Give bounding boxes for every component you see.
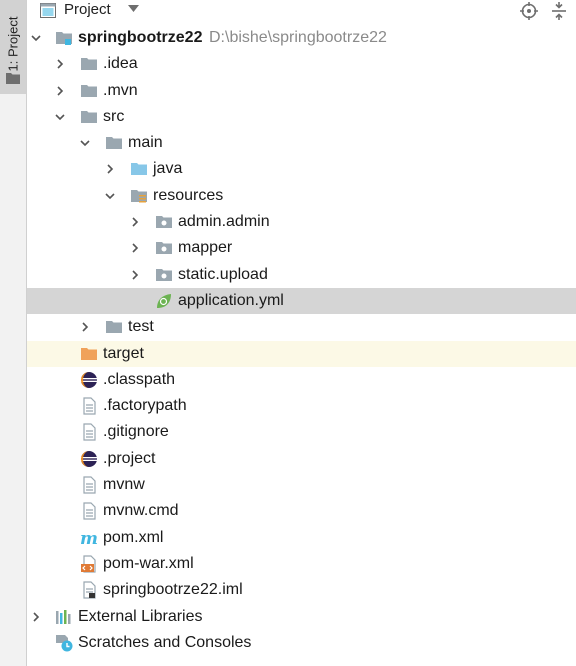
chevron-right-icon[interactable] bbox=[55, 86, 65, 96]
tree-row-src[interactable]: src bbox=[27, 104, 576, 130]
maven-icon: m bbox=[80, 529, 98, 547]
source-folder-icon bbox=[131, 163, 147, 176]
tree-label: main bbox=[128, 134, 163, 152]
iml-file-icon bbox=[83, 581, 96, 599]
tree-row-idea[interactable]: .idea bbox=[27, 51, 576, 77]
excluded-folder-icon bbox=[81, 347, 97, 360]
chevron-right-icon[interactable] bbox=[105, 164, 115, 175]
libraries-icon bbox=[56, 609, 71, 624]
tree-row-resources[interactable]: resources bbox=[27, 183, 576, 209]
module-location: D:\bishe\springbootrze22 bbox=[209, 29, 387, 46]
tree-row-static-upload[interactable]: static.upload bbox=[27, 262, 576, 288]
eclipse-icon bbox=[81, 450, 97, 467]
chevron-right-icon[interactable] bbox=[130, 243, 140, 253]
tree-label: .classpath bbox=[103, 370, 176, 388]
tree-row-java[interactable]: java bbox=[27, 156, 576, 182]
tree-row-project[interactable]: .project bbox=[27, 446, 576, 472]
chevron-down-icon[interactable] bbox=[55, 112, 65, 122]
folder-icon bbox=[81, 58, 97, 71]
tree-label: pom.xml bbox=[103, 528, 164, 546]
folder-icon bbox=[6, 73, 20, 84]
tree-row-target[interactable]: target bbox=[27, 340, 576, 367]
chevron-down-icon[interactable] bbox=[80, 138, 90, 148]
tree-row-mvn[interactable]: .mvn bbox=[27, 78, 576, 104]
tree-label: target bbox=[103, 344, 144, 362]
file-icon bbox=[83, 397, 96, 415]
tree-label: admin.admin bbox=[178, 213, 270, 231]
chevron-right-icon[interactable] bbox=[130, 217, 140, 227]
tree-row-application-yml[interactable]: application.yml bbox=[27, 287, 576, 315]
chevron-down-icon[interactable] bbox=[31, 33, 41, 43]
eclipse-icon bbox=[81, 371, 97, 388]
tree-label: .project bbox=[103, 449, 156, 467]
resources-folder-icon bbox=[131, 189, 147, 203]
tree-label: .mvn bbox=[103, 81, 138, 99]
chevron-right-icon[interactable] bbox=[130, 270, 140, 280]
tool-window-strip: 1: Project bbox=[0, 0, 27, 666]
chevron-down-icon[interactable] bbox=[128, 5, 139, 13]
tree-label: .factorypath bbox=[103, 397, 187, 415]
tree-row-gitignore[interactable]: .gitignore bbox=[27, 419, 576, 445]
project-tool-tab[interactable]: 1: Project bbox=[0, 0, 26, 94]
tree-row-main[interactable]: main bbox=[27, 130, 576, 156]
tree-label: resources bbox=[153, 186, 224, 204]
tree-row-external-libraries[interactable]: External Libraries bbox=[27, 604, 576, 630]
folder-icon bbox=[81, 110, 97, 123]
tree-row-admin-admin[interactable]: admin.admin bbox=[27, 209, 576, 235]
chevron-right-icon[interactable] bbox=[31, 611, 41, 622]
tree-label: mapper bbox=[178, 239, 233, 257]
tree-row-mapper[interactable]: mapper bbox=[27, 235, 576, 261]
tree-row-springbootrze22[interactable]: springbootrze22 D:\bishe\springbootrze22 bbox=[27, 25, 576, 51]
module-folder-icon bbox=[56, 32, 72, 45]
tree-label: mvnw bbox=[103, 476, 145, 494]
tree-label: static.upload bbox=[178, 265, 268, 283]
collapse-all-icon[interactable] bbox=[549, 1, 569, 21]
tree-label: application.yml bbox=[178, 291, 284, 309]
project-tool-tab-label: 1: Project bbox=[5, 16, 21, 72]
locate-icon[interactable] bbox=[519, 1, 539, 21]
tree-label: .gitignore bbox=[103, 423, 169, 441]
tree-label: Scratches and Consoles bbox=[78, 633, 252, 651]
tree-row-pom-xml[interactable]: m pom.xml bbox=[27, 525, 576, 551]
package-icon bbox=[156, 216, 172, 229]
tree-row-mvnw[interactable]: mvnw bbox=[27, 472, 576, 498]
xml-file-icon bbox=[81, 555, 96, 573]
file-icon bbox=[83, 476, 96, 494]
scratches-icon bbox=[56, 634, 73, 652]
tree-row-mvnw-cmd[interactable]: mvnw.cmd bbox=[27, 498, 576, 524]
file-icon bbox=[83, 423, 96, 442]
tree-label: src bbox=[103, 107, 125, 125]
tree-label: springbootrze22.iml bbox=[103, 581, 243, 599]
project-header: Project bbox=[27, 0, 576, 22]
tree-row-factorypath[interactable]: .factorypath bbox=[27, 393, 576, 419]
tree-row-iml[interactable]: springbootrze22.iml bbox=[27, 577, 576, 603]
view-selector[interactable]: Project bbox=[64, 1, 111, 18]
chevron-right-icon[interactable] bbox=[55, 59, 65, 69]
tree-label: pom-war.xml bbox=[103, 554, 194, 572]
tree-row-scratches[interactable]: Scratches and Consoles bbox=[27, 630, 576, 656]
tree-label: mvnw.cmd bbox=[103, 502, 179, 520]
spring-yml-icon bbox=[157, 293, 171, 308]
folder-icon bbox=[106, 137, 122, 150]
package-icon bbox=[156, 242, 172, 255]
chevron-right-icon[interactable] bbox=[80, 322, 90, 332]
tree-label: .idea bbox=[103, 55, 138, 73]
chevron-down-icon[interactable] bbox=[105, 191, 115, 201]
project-view-icon bbox=[40, 3, 56, 18]
project-tree: springbootrze22 D:\bishe\springbootrze22… bbox=[27, 25, 576, 656]
tree-label: springbootrze22 bbox=[78, 29, 203, 46]
file-icon bbox=[83, 502, 96, 520]
tree-label: test bbox=[128, 318, 154, 336]
folder-icon bbox=[106, 321, 122, 334]
tree-label: java bbox=[153, 160, 183, 178]
tree-row-pom-war-xml[interactable]: pom-war.xml bbox=[27, 551, 576, 577]
svg-text:m: m bbox=[80, 529, 98, 547]
tree-label: External Libraries bbox=[78, 607, 203, 625]
tree-row-classpath[interactable]: .classpath bbox=[27, 367, 576, 393]
folder-icon bbox=[81, 84, 97, 97]
tree-row-test[interactable]: test bbox=[27, 314, 576, 340]
package-icon bbox=[156, 268, 172, 281]
